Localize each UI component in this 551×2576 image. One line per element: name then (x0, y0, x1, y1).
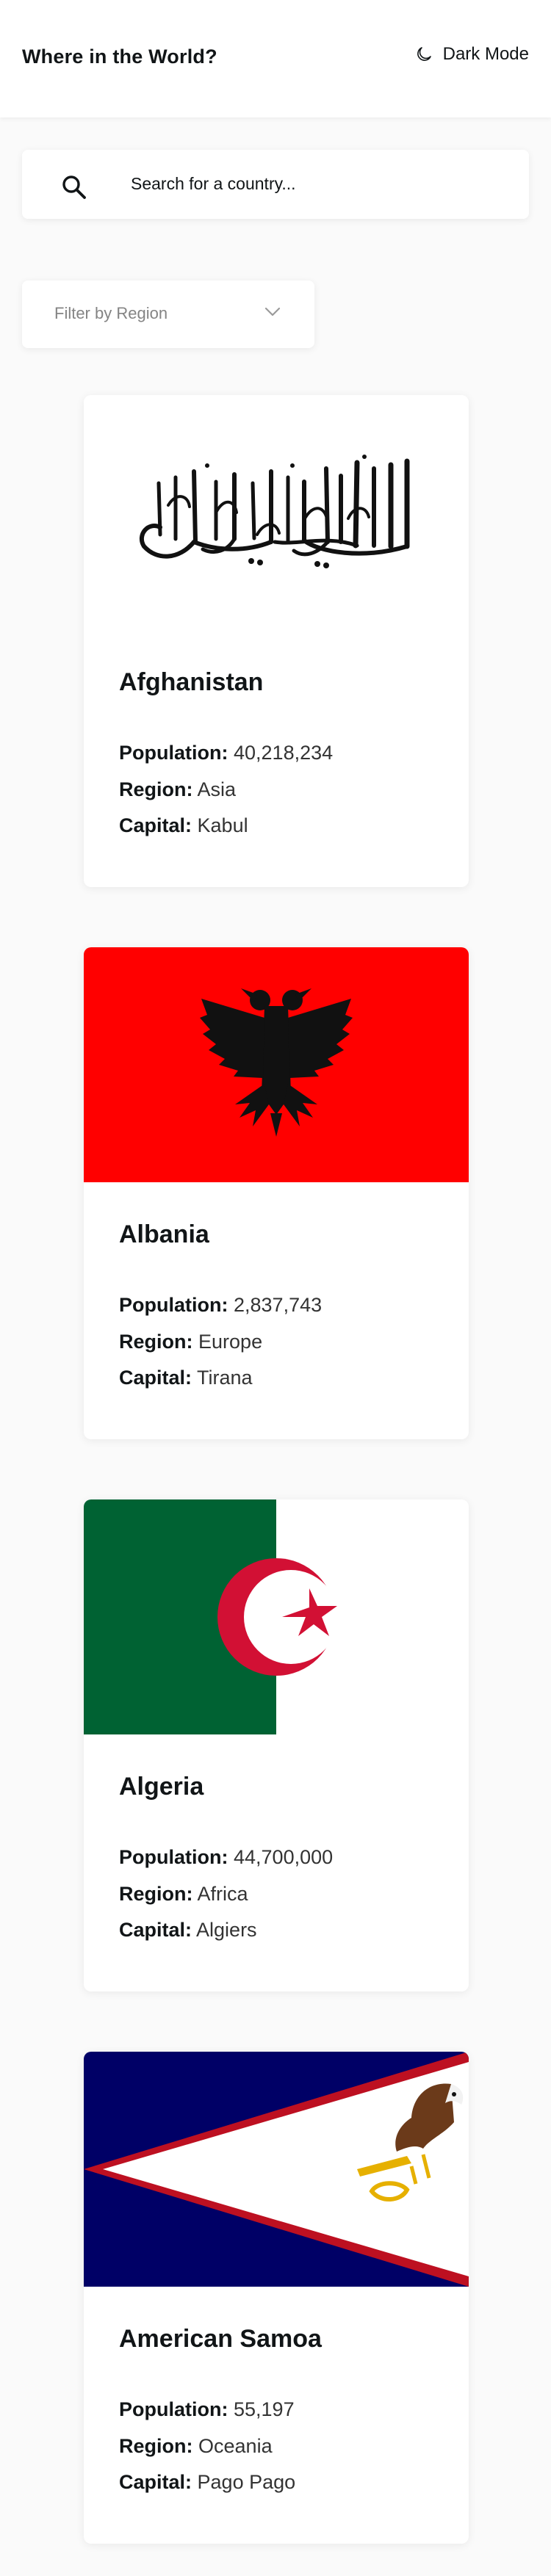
dark-mode-label: Dark Mode (442, 44, 529, 64)
search-icon (62, 176, 86, 199)
country-name: American Samoa (119, 2325, 322, 2353)
albania-flag-icon (84, 947, 469, 1182)
app-title: Where in the World? (22, 46, 217, 68)
dark-mode-toggle[interactable]: Dark Mode (415, 44, 529, 65)
capital-label: Capital: (119, 1919, 192, 1941)
region-value: Africa (197, 1883, 248, 1905)
country-card[interactable]: American Samoa Population: 55,197 Region… (84, 2052, 469, 2544)
region-value: Asia (197, 778, 237, 800)
capital-row: Capital: Kabul (119, 814, 248, 837)
region-value: Europe (198, 1331, 263, 1353)
population-value: 2,837,743 (234, 1294, 323, 1316)
region-row: Region: Africa (119, 1883, 248, 1906)
country-card[interactable]: Albania Population: 2,837,743 Region: Eu… (84, 947, 469, 1439)
region-label: Region: (119, 1331, 193, 1353)
population-value: 40,218,234 (234, 742, 334, 764)
region-label: Region: (119, 2435, 193, 2457)
country-name: Afghanistan (119, 668, 264, 696)
region-label: Region: (119, 778, 193, 800)
capital-label: Capital: (119, 2471, 192, 2493)
capital-row: Capital: Tirana (119, 1367, 253, 1389)
population-label: Population: (119, 1294, 228, 1316)
population-row: Population: 55,197 (119, 2398, 295, 2421)
capital-value: Kabul (197, 814, 248, 836)
search-input[interactable] (131, 164, 513, 203)
capital-label: Capital: (119, 1367, 192, 1389)
capital-label: Capital: (119, 814, 192, 836)
capital-value: Pago Pago (197, 2471, 296, 2493)
population-value: 44,700,000 (234, 1846, 334, 1868)
population-row: Population: 44,700,000 (119, 1846, 333, 1869)
country-card[interactable]: Afghanistan Population: 40,218,234 Regio… (84, 395, 469, 887)
region-filter-dropdown[interactable]: Filter by Region (22, 281, 314, 348)
afghanistan-flag-icon (84, 395, 469, 630)
capital-value: Algiers (196, 1919, 257, 1941)
region-row: Region: Oceania (119, 2435, 273, 2458)
region-value: Oceania (198, 2435, 273, 2457)
capital-row: Capital: Algiers (119, 1919, 257, 1942)
population-label: Population: (119, 742, 228, 764)
country-name: Algeria (119, 1773, 204, 1801)
population-row: Population: 40,218,234 (119, 742, 333, 764)
capital-row: Capital: Pago Pago (119, 2471, 295, 2494)
region-row: Region: Europe (119, 1331, 262, 1353)
american-samoa-flag-icon (84, 2052, 469, 2287)
population-row: Population: 2,837,743 (119, 1294, 322, 1317)
app-header: Where in the World? Dark Mode (0, 0, 551, 117)
population-label: Population: (119, 1846, 228, 1868)
capital-value: Tirana (197, 1367, 253, 1389)
moon-icon (417, 47, 431, 61)
search-bar[interactable] (22, 150, 529, 219)
region-filter-label: Filter by Region (54, 304, 168, 322)
chevron-down-icon (264, 307, 281, 316)
population-label: Population: (119, 2398, 228, 2420)
region-label: Region: (119, 1883, 193, 1905)
population-value: 55,197 (234, 2398, 295, 2420)
country-name: Albania (119, 1220, 209, 1248)
region-row: Region: Asia (119, 778, 236, 801)
algeria-flag-icon (84, 1499, 469, 1734)
country-card[interactable]: Algeria Population: 44,700,000 Region: A… (84, 1499, 469, 1991)
